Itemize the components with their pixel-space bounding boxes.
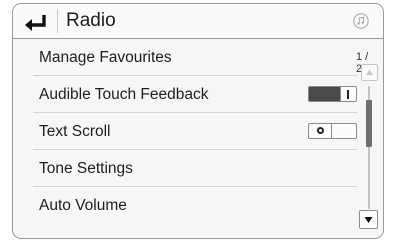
back-button[interactable] [23,10,49,34]
toggle-divider [331,124,332,138]
toggle-divider [340,87,341,101]
toggle-on-mark-icon [347,89,349,99]
list-item-label: Text Scroll [39,123,111,140]
scrollbar-thumb[interactable] [366,100,372,147]
triangle-down-icon [364,217,373,223]
list-item-label: Manage Favourites [39,49,172,66]
scroll-panel: 1 / 2 [356,39,383,238]
header-divider [57,9,58,33]
audible-touch-feedback-toggle[interactable] [308,86,357,102]
list-item-label: Auto Volume [39,197,127,214]
radio-settings-screen: Radio Manage Favourites Audible Touch Fe… [12,3,384,239]
list-item-manage-favourites[interactable]: Manage Favourites [33,39,357,76]
scroll-down-button[interactable] [359,210,378,229]
settings-list: Manage Favourites Audible Touch Feedback… [33,39,357,238]
list-item-tone-settings[interactable]: Tone Settings [33,150,357,187]
list-item-audible-touch-feedback[interactable]: Audible Touch Feedback [33,76,357,113]
back-arrow-icon [25,15,46,31]
list-item-label: Audible Touch Feedback [39,86,209,103]
header-bar: Radio [13,4,383,39]
toggle-off-mark-icon [317,126,324,134]
text-scroll-toggle[interactable] [308,123,357,139]
list-item-auto-volume[interactable]: Auto Volume [33,187,357,224]
list-item-text-scroll[interactable]: Text Scroll [33,113,357,150]
toggle-on-fill [309,87,340,101]
list-item-label: Tone Settings [39,160,133,177]
music-note-icon[interactable] [353,13,369,29]
page-title: Radio [66,10,116,31]
scroll-up-button[interactable] [361,64,378,81]
triangle-up-icon [366,69,373,75]
